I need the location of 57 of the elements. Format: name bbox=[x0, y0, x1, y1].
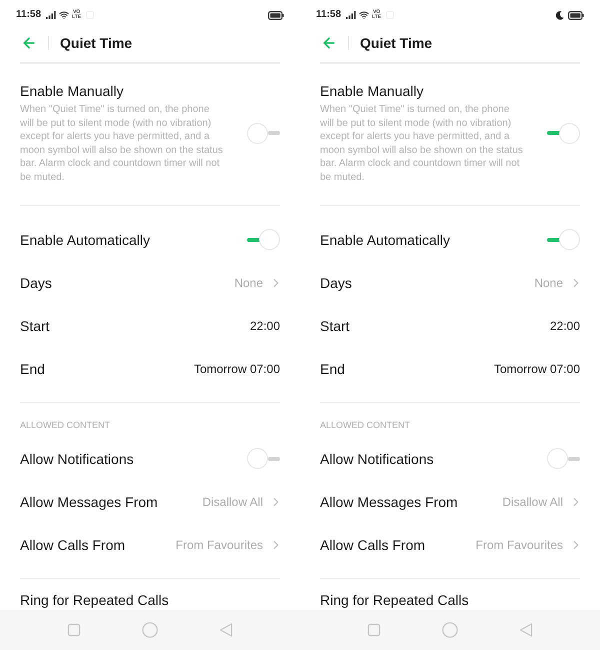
setting-label: Allow Calls From bbox=[320, 536, 426, 554]
setting-value: Disallow All bbox=[202, 494, 263, 510]
setting-value: 22:00 bbox=[550, 318, 580, 334]
signal-icon bbox=[46, 11, 56, 19]
status-time: 11:58 bbox=[316, 10, 342, 20]
setting-value: Tomorrow 07:00 bbox=[194, 360, 280, 378]
setting-label: Allow Notifications bbox=[20, 450, 134, 468]
battery-icon bbox=[268, 10, 284, 20]
circle-nav-icon[interactable] bbox=[442, 622, 458, 638]
setting-label: Enable Automatically bbox=[20, 230, 150, 248]
setting-label: Enable Automatically bbox=[320, 230, 450, 248]
section-heading: ALLOWED CONTENT bbox=[320, 420, 410, 430]
battery-icon bbox=[568, 10, 584, 20]
page-title: Quiet Time bbox=[60, 34, 132, 53]
toggle-switch[interactable] bbox=[547, 122, 580, 144]
wifi-icon bbox=[59, 10, 70, 20]
setting-description: When "Quiet Time" is turned on, the phone will be put to silent mode (with no vibration) except for alerts you have permitted, and a moon symbol will also be shown on the status bar. Alarm clock and countdown timer will not be muted. bbox=[320, 103, 524, 184]
setting-label: End bbox=[320, 360, 345, 378]
signal-icon bbox=[346, 11, 356, 19]
toggle-switch[interactable] bbox=[247, 122, 280, 144]
toggle-switch[interactable] bbox=[547, 448, 580, 469]
back-button[interactable] bbox=[321, 35, 337, 51]
setting-label: Days bbox=[320, 274, 352, 292]
setting-label: Start bbox=[20, 316, 50, 334]
setting-label: Ring for Repeated Calls bbox=[320, 591, 469, 609]
wifi-icon bbox=[359, 10, 370, 20]
toggle-switch[interactable] bbox=[247, 448, 280, 469]
setting-value: None bbox=[234, 274, 263, 292]
setting-value: Disallow All bbox=[502, 494, 563, 510]
back-arrow-icon bbox=[321, 35, 337, 51]
setting-label: End bbox=[20, 360, 45, 378]
setting-value: None bbox=[534, 274, 563, 292]
setting-label: Allow Notifications bbox=[320, 450, 434, 468]
setting-label: Allow Messages From bbox=[320, 492, 458, 510]
triangle-nav-icon[interactable] bbox=[519, 623, 533, 637]
setting-label: Allow Calls From bbox=[20, 536, 126, 554]
toggle-switch[interactable] bbox=[247, 229, 280, 250]
page-title: Quiet Time bbox=[360, 34, 432, 53]
setting-value: Tomorrow 07:00 bbox=[494, 360, 580, 378]
setting-value: From Favourites bbox=[476, 536, 563, 554]
setting-description: When "Quiet Time" is turned on, the phone will be put to silent mode (with no vibration) except for alerts you have permitted, and a moon symbol will also be shown on the status bar. Alarm clock and countdown timer will not be muted. bbox=[20, 103, 224, 184]
setting-label: Enable Manually bbox=[320, 82, 425, 100]
setting-value: From Favourites bbox=[176, 536, 263, 554]
setting-label: Ring for Repeated Calls bbox=[20, 591, 169, 609]
setting-label: Allow Messages From bbox=[20, 492, 158, 510]
status-time: 11:58 bbox=[16, 10, 42, 20]
setting-label: Days bbox=[20, 274, 52, 292]
setting-label: Enable Manually bbox=[20, 82, 125, 100]
setting-value: 22:00 bbox=[250, 318, 280, 334]
back-button[interactable] bbox=[21, 35, 37, 51]
square-nav-icon[interactable] bbox=[367, 623, 381, 637]
circle-nav-icon[interactable] bbox=[142, 622, 158, 638]
toggle-switch[interactable] bbox=[547, 229, 580, 250]
section-heading: ALLOWED CONTENT bbox=[20, 420, 110, 430]
triangle-nav-icon[interactable] bbox=[219, 623, 233, 637]
setting-label: Start bbox=[320, 316, 350, 334]
square-nav-icon[interactable] bbox=[67, 623, 81, 637]
